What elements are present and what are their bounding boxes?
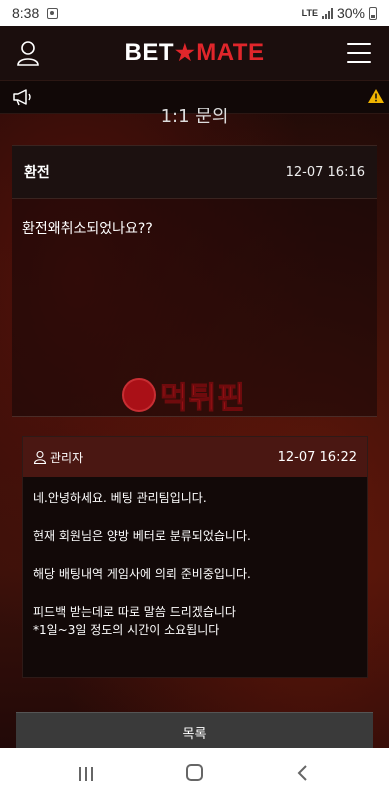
reply-date: 12-07 16:22 [277,449,357,465]
logo-bet: BET [124,39,175,66]
status-time: 8:38 [12,5,40,21]
watermark-logo-icon [122,378,156,412]
admin-user-icon [33,450,47,464]
reply-panel: 관리자 12-07 16:22 네.안녕하세요. 베팅 관리팀입니다. 현재 회… [22,436,368,678]
android-nav-bar [0,748,389,800]
back-icon[interactable] [296,765,308,781]
megaphone-icon [13,89,31,106]
reply-author: 관리자 [50,450,84,465]
reply-line: 네.안녕하세요. 베팅 관리팀입니다. [33,491,207,505]
watermark-text: 먹튀핀 [160,381,246,417]
question-body: 환전왜취소되었나요?? [22,221,153,237]
site-logo[interactable]: BET ★ MATE [125,39,265,67]
user-icon[interactable] [16,40,40,66]
battery-icon [369,6,377,20]
battery-percent: 30% [336,5,365,21]
reply-line: 해당 배팅내역 게임사에 의뢰 준비중입니다. [33,567,251,581]
recent-apps-icon[interactable] [78,766,94,782]
question-date: 12-07 16:16 [285,164,365,180]
reply-line: *1일~3일 정도의 시간이 소요됩니다 [33,623,220,637]
reply-body: 네.안녕하세요. 베팅 관리팀입니다. 현재 회원님은 양방 베터로 분류되었습… [33,489,359,639]
question-subject: 환전 [24,165,50,181]
signal-icon [321,7,333,19]
logo-mate: MATE [196,39,265,66]
top-header: BET ★ MATE [0,26,389,80]
home-icon[interactable] [186,764,203,781]
hamburger-menu-icon[interactable] [347,43,371,63]
notification-icon [47,7,59,19]
list-button[interactable]: 목록 [16,712,373,751]
reply-line: 현재 회원님은 양방 베터로 분류되었습니다. [33,529,251,543]
status-right: LTE 30% [302,5,377,21]
warning-icon [368,89,384,103]
status-bar: 8:38 LTE 30% [0,0,389,26]
reply-line: 피드백 받는데로 따로 말씀 드리겠습니다 [33,605,236,619]
reply-header: 관리자 12-07 16:22 [23,437,367,477]
watermark: 먹튀핀 [122,373,246,417]
question-header: 환전 12-07 16:16 [12,145,377,199]
page-title: 1:1 문의 [160,108,229,127]
network-label: LTE [301,7,318,18]
star-icon: ★ [175,40,196,65]
